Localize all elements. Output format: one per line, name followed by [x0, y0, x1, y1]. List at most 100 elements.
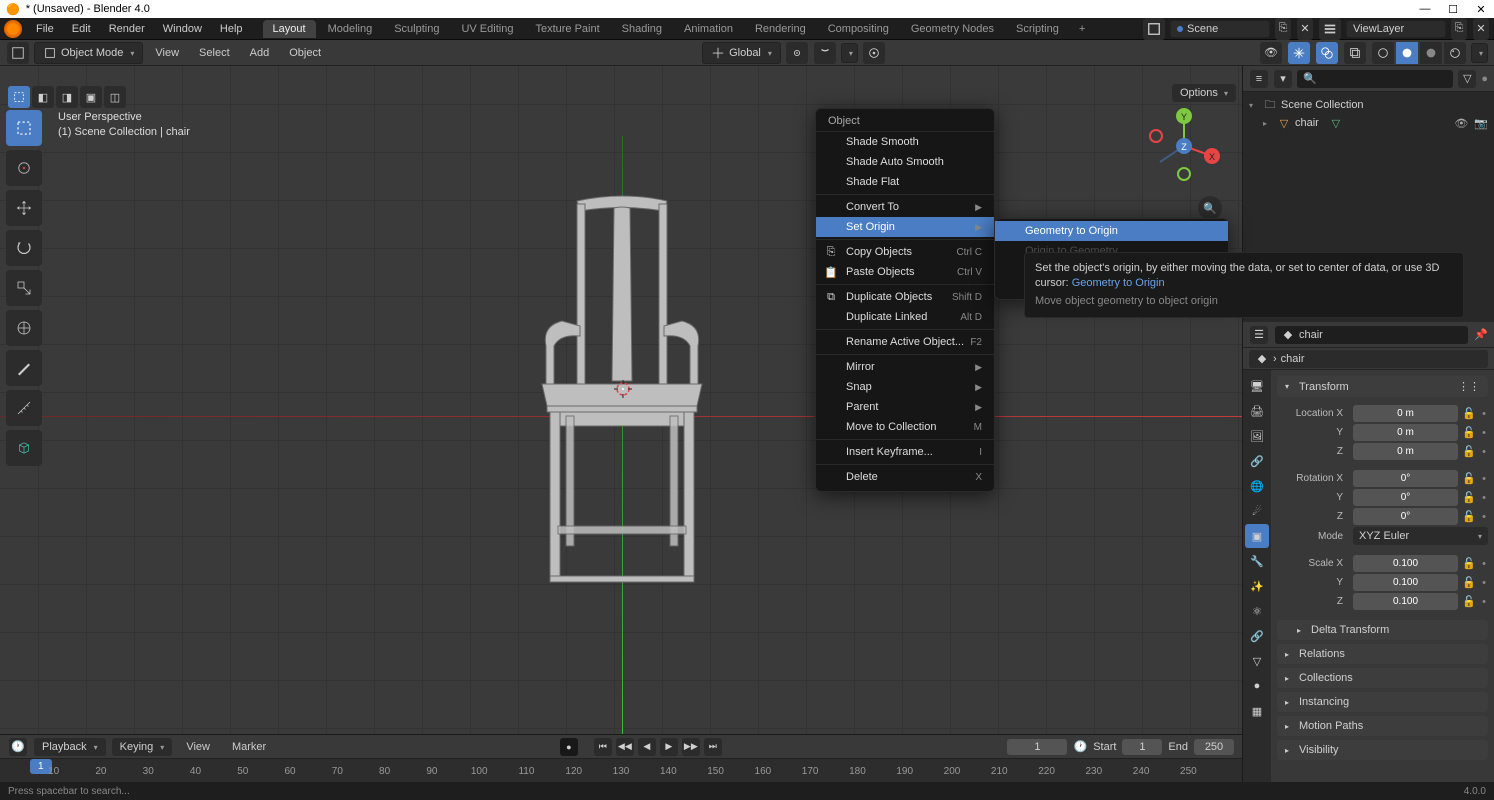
scene-delete-icon[interactable]: ✕ — [1297, 18, 1313, 40]
tab-render-icon[interactable]: 🖥 — [1245, 374, 1269, 398]
tab-scripting[interactable]: Scripting — [1006, 20, 1069, 38]
menu-file[interactable]: File — [28, 21, 62, 37]
shading-wireframe-icon[interactable] — [1372, 42, 1394, 64]
navigation-gizmo[interactable]: Y X Z — [1144, 106, 1224, 186]
autokey-icon[interactable]: ● — [560, 738, 578, 756]
menu-select[interactable]: Select — [191, 44, 238, 62]
camera-icon[interactable]: 📷 — [1474, 117, 1488, 130]
close-button[interactable]: ✕ — [1474, 3, 1488, 16]
select-ext2-icon[interactable]: ◨ — [56, 86, 78, 108]
pivot-icon[interactable] — [786, 42, 808, 64]
scene-new-icon[interactable]: ⎘ — [1275, 18, 1291, 40]
tab-uv-editing[interactable]: UV Editing — [451, 20, 523, 38]
jump-end-icon[interactable]: ⏭ — [704, 738, 722, 756]
select-box-icon[interactable] — [8, 86, 30, 108]
panel-motion-paths[interactable]: ▸Motion Paths — [1277, 716, 1488, 736]
ctx-snap[interactable]: Snap▶ — [816, 377, 994, 397]
properties-breadcrumb[interactable]: ◆ chair — [1275, 326, 1468, 344]
ctx-set-origin[interactable]: Set Origin▶ — [816, 217, 994, 237]
scale-x-input[interactable]: 0.100 — [1353, 555, 1458, 572]
tab-sculpting[interactable]: Sculpting — [384, 20, 449, 38]
menu-object[interactable]: Object — [281, 44, 329, 62]
shading-dropdown[interactable] — [1471, 43, 1488, 63]
end-frame-input[interactable]: 250 — [1194, 739, 1234, 755]
tool-add-cube[interactable] — [6, 430, 42, 466]
ctx-parent[interactable]: Parent▶ — [816, 397, 994, 417]
start-frame-input[interactable]: 1 — [1122, 739, 1162, 755]
lock-icon[interactable]: 🔓 — [1462, 491, 1476, 504]
tab-layout[interactable]: Layout — [263, 20, 316, 38]
select-ext1-icon[interactable]: ◧ — [32, 86, 54, 108]
viewlayer-new-icon[interactable]: ⎘ — [1451, 18, 1467, 40]
menu-window[interactable]: Window — [155, 21, 210, 37]
snap-icon[interactable] — [814, 42, 836, 64]
ctx-shade-smooth[interactable]: Shade Smooth — [816, 132, 994, 152]
scale-z-input[interactable]: 0.100 — [1353, 593, 1458, 610]
keying-dropdown[interactable]: Keying — [112, 738, 173, 756]
xray-icon[interactable] — [1344, 42, 1366, 64]
tab-output-icon[interactable]: 🖨 — [1245, 399, 1269, 423]
loc-y-input[interactable]: 0 m — [1353, 424, 1458, 441]
ctx-copy-objects[interactable]: ⎘Copy ObjectsCtrl C — [816, 242, 994, 262]
ctx-duplicate-linked[interactable]: Duplicate LinkedAlt D — [816, 307, 994, 327]
panel-delta-transform[interactable]: ▸Delta Transform — [1277, 620, 1488, 640]
ctx-move-to-collection[interactable]: Move to CollectionM — [816, 417, 994, 437]
tab-viewlayer-icon[interactable]: 🖼 — [1245, 424, 1269, 448]
loc-z-input[interactable]: 0 m — [1353, 443, 1458, 460]
outliner-display-icon[interactable]: ▾ — [1274, 70, 1292, 88]
menu-help[interactable]: Help — [212, 21, 251, 37]
play-icon[interactable]: ▶ — [660, 738, 678, 756]
tab-modifiers-icon[interactable]: 🔧 — [1245, 549, 1269, 573]
anim-dot-icon[interactable]: • — [1480, 446, 1488, 458]
shading-rendered-icon[interactable] — [1444, 42, 1466, 64]
interaction-mode-dropdown[interactable]: Object Mode — [34, 42, 143, 64]
outliner-scene-collection[interactable]: ▾ 🗀 Scene Collection — [1243, 96, 1494, 114]
tab-world-icon[interactable]: 🌐 — [1245, 474, 1269, 498]
play-reverse-icon[interactable]: ◀ — [638, 738, 656, 756]
properties-editor-icon[interactable]: ☰ — [1250, 326, 1268, 344]
timeline-marker[interactable]: Marker — [224, 738, 274, 756]
lock-icon[interactable]: 🔓 — [1462, 595, 1476, 608]
lock-icon[interactable]: 🔓 — [1462, 557, 1476, 570]
anim-dot-icon[interactable]: • — [1480, 408, 1488, 420]
snap-dropdown[interactable] — [841, 43, 858, 63]
lock-icon[interactable]: 🔓 — [1462, 510, 1476, 523]
prev-key-icon[interactable]: ◀◀ — [616, 738, 634, 756]
rot-z-input[interactable]: 0° — [1353, 508, 1458, 525]
select-ext4-icon[interactable]: ◫ — [104, 86, 126, 108]
outliner-search[interactable]: 🔍 — [1297, 70, 1453, 88]
rotation-mode-dropdown[interactable]: XYZ Euler — [1353, 527, 1488, 545]
timeline-view[interactable]: View — [178, 738, 218, 756]
panel-transform-header[interactable]: ▾Transform⋮⋮ — [1277, 376, 1488, 397]
lock-icon[interactable]: 🔓 — [1462, 445, 1476, 458]
ctx-convert-to[interactable]: Convert To▶ — [816, 197, 994, 217]
tab-scene-icon[interactable]: 🔗 — [1245, 449, 1269, 473]
lock-icon[interactable]: 🔓 — [1462, 576, 1476, 589]
scene-name-field[interactable]: Scene — [1170, 20, 1270, 38]
ctx-duplicate-objects[interactable]: ⧉Duplicate ObjectsShift D — [816, 287, 994, 307]
tab-texture-paint[interactable]: Texture Paint — [525, 20, 609, 38]
panel-collections[interactable]: ▸Collections — [1277, 668, 1488, 688]
transform-orientation-dropdown[interactable]: Global — [702, 42, 781, 64]
lock-icon[interactable]: 🔓 — [1462, 426, 1476, 439]
tab-modeling[interactable]: Modeling — [318, 20, 383, 38]
minimize-button[interactable]: — — [1418, 3, 1432, 16]
viewlayer-name-field[interactable]: ViewLayer — [1346, 20, 1446, 38]
select-ext3-icon[interactable]: ▣ — [80, 86, 102, 108]
tab-collection-icon[interactable]: ☄ — [1245, 499, 1269, 523]
tab-data-icon[interactable]: ▽ — [1245, 649, 1269, 673]
playback-dropdown[interactable]: Playback — [34, 738, 106, 756]
editor-type-icon[interactable] — [7, 42, 29, 64]
ctx-delete[interactable]: DeleteX — [816, 467, 994, 487]
menu-view[interactable]: View — [147, 44, 187, 62]
rot-x-input[interactable]: 0° — [1353, 470, 1458, 487]
rot-y-input[interactable]: 0° — [1353, 489, 1458, 506]
anim-dot-icon[interactable]: • — [1480, 492, 1488, 504]
tab-animation[interactable]: Animation — [674, 20, 743, 38]
pin-icon[interactable]: 📌 — [1474, 328, 1488, 341]
ctx-insert-keyframe[interactable]: Insert Keyframe...I — [816, 442, 994, 462]
menu-edit[interactable]: Edit — [64, 21, 99, 37]
proportional-edit-icon[interactable] — [863, 42, 885, 64]
lock-icon[interactable]: 🔓 — [1462, 407, 1476, 420]
ctx-paste-objects[interactable]: 📋Paste ObjectsCtrl V — [816, 262, 994, 282]
